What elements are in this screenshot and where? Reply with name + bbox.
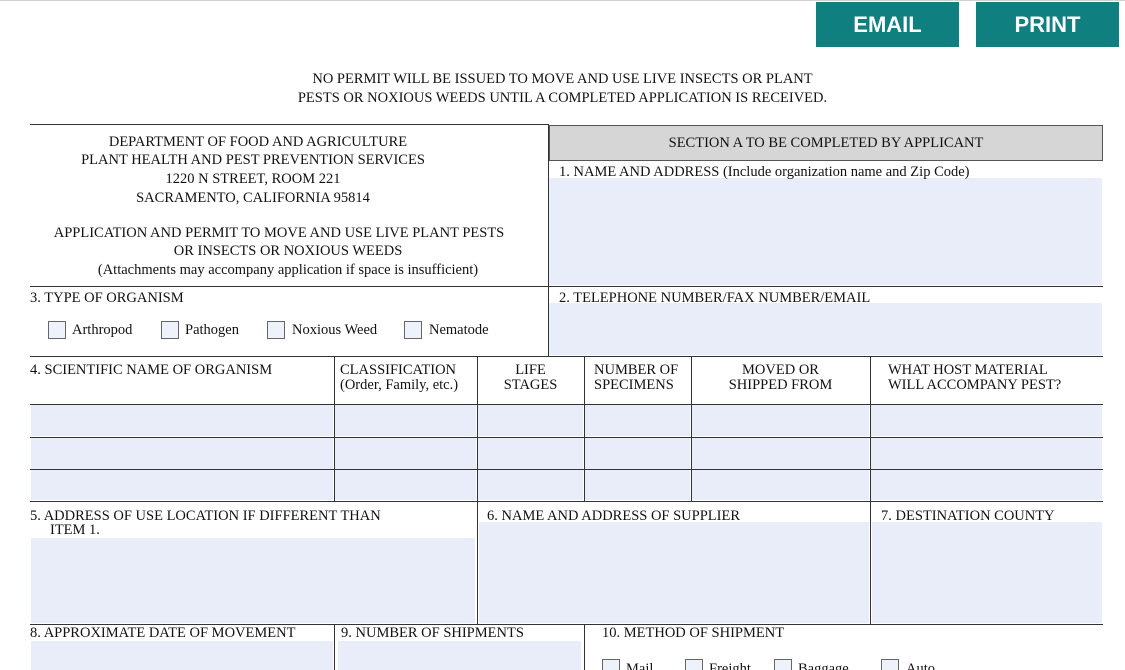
scientific-name-row1[interactable]	[31, 405, 333, 436]
column-moved-from-sub: SHIPPED FROM	[728, 377, 833, 393]
rule	[30, 437, 1103, 438]
life-stages-row1[interactable]	[478, 405, 583, 436]
rule	[30, 469, 1103, 470]
life-stages-row3[interactable]	[478, 470, 583, 500]
field-1-label: 1. NAME AND ADDRESS (Include organizatio…	[559, 164, 970, 180]
rule	[30, 124, 548, 125]
life-stages-row2[interactable]	[478, 438, 583, 469]
classification-row3[interactable]	[335, 470, 476, 500]
checkbox-noxious-weed[interactable]	[267, 321, 285, 339]
checkbox-label: Noxious Weed	[292, 322, 378, 338]
notice-line-2: PESTS OR NOXIOUS WEEDS UNTIL A COMPLETED…	[297, 90, 828, 106]
department-street: 1220 N STREET, ROOM 221	[165, 171, 341, 187]
field-5-label-cont: ITEM 1.	[50, 522, 100, 538]
field-10-label: 10. METHOD OF SHIPMENT	[602, 625, 785, 641]
rule	[548, 124, 549, 356]
form-title-line-1: APPLICATION AND PERMIT TO MOVE AND USE L…	[53, 225, 505, 241]
rule	[584, 624, 585, 670]
checkbox-label: Auto	[906, 661, 935, 670]
notice-line-1: NO PERMIT WILL BE ISSUED TO MOVE AND USE…	[312, 71, 813, 87]
email-button[interactable]: EMAIL	[816, 2, 959, 47]
checkbox-label: Mail	[626, 661, 654, 670]
specimens-row1[interactable]	[585, 405, 690, 436]
checkbox-nematode[interactable]	[404, 321, 422, 339]
field-7-label: 7. DESTINATION COUNTY	[881, 508, 1055, 524]
field-2-label: 2. TELEPHONE NUMBER/FAX NUMBER/EMAIL	[559, 290, 871, 306]
column-specimens: NUMBER OF	[594, 362, 679, 378]
form-title-line-2: OR INSECTS OR NOXIOUS WEEDS	[173, 243, 403, 259]
column-host-material: WHAT HOST MATERIAL	[888, 362, 1048, 378]
checkbox-label: Nematode	[429, 322, 489, 338]
column-specimens-sub: SPECIMENS	[594, 377, 674, 393]
checkbox-label: Pathogen	[185, 322, 239, 338]
host-material-row1[interactable]	[871, 405, 1102, 436]
supplier-field[interactable]	[479, 522, 869, 623]
scientific-name-row3[interactable]	[31, 470, 333, 500]
field-3-label: 3. TYPE OF ORGANISM	[30, 290, 184, 306]
field-6-label: 6. NAME AND ADDRESS OF SUPPLIER	[487, 508, 740, 524]
rule	[870, 356, 871, 624]
top-border	[0, 0, 1125, 1]
moved-from-row1[interactable]	[692, 405, 869, 436]
telephone-field[interactable]	[549, 303, 1102, 355]
form-title-note: (Attachments may accompany application i…	[97, 262, 479, 278]
specimens-row2[interactable]	[585, 438, 690, 469]
rule	[30, 501, 1103, 502]
field-8-label: 8. APPROXIMATE DATE OF MOVEMENT	[30, 625, 296, 641]
column-host-material-sub: WILL ACCOMPANY PEST?	[888, 377, 1062, 393]
scientific-name-row2[interactable]	[31, 438, 333, 469]
moved-from-row2[interactable]	[692, 438, 869, 469]
checkbox-pathogen[interactable]	[161, 321, 179, 339]
column-life-stages-sub: STAGES	[503, 377, 558, 393]
checkbox-label: Arthropod	[72, 322, 133, 338]
date-of-movement-field[interactable]	[31, 641, 333, 670]
rule	[584, 356, 585, 501]
department-name: DEPARTMENT OF FOOD AND AGRICULTURE	[108, 134, 408, 150]
rule	[30, 286, 1103, 287]
field-9-label: 9. NUMBER OF SHIPMENTS	[341, 625, 524, 641]
moved-from-row3[interactable]	[692, 470, 869, 500]
department-city: SACRAMENTO, CALIFORNIA 95814	[136, 190, 370, 206]
rule	[30, 404, 1103, 405]
field-4-label: 4. SCIENTIFIC NAME OF ORGANISM	[30, 362, 273, 378]
rule	[334, 356, 335, 501]
classification-row1[interactable]	[335, 405, 476, 436]
checkbox-arthropod[interactable]	[48, 321, 66, 339]
checkbox-auto[interactable]	[881, 659, 899, 670]
section-a-header: SECTION A TO BE COMPLETED BY APPLICANT	[549, 125, 1103, 161]
rule	[334, 624, 335, 670]
use-location-field[interactable]	[31, 538, 475, 623]
department-division: PLANT HEALTH AND PEST PREVENTION SERVICE…	[81, 152, 425, 168]
rule	[30, 356, 1103, 357]
specimens-row3[interactable]	[585, 470, 690, 500]
checkbox-label: Baggage	[798, 661, 849, 670]
host-material-row2[interactable]	[871, 438, 1102, 469]
classification-row2[interactable]	[335, 438, 476, 469]
checkbox-freight[interactable]	[685, 659, 703, 670]
checkbox-baggage[interactable]	[774, 659, 792, 670]
checkbox-mail[interactable]	[602, 659, 620, 670]
host-material-row3[interactable]	[871, 470, 1102, 500]
column-life-stages: LIFE	[515, 362, 546, 378]
checkbox-label: Freight	[709, 661, 751, 670]
name-address-field[interactable]	[549, 178, 1102, 285]
print-button[interactable]: PRINT	[976, 2, 1119, 47]
destination-county-field[interactable]	[872, 522, 1102, 623]
number-of-shipments-field[interactable]	[338, 641, 581, 670]
column-moved-from: MOVED OR	[742, 362, 819, 378]
column-classification-sub: (Order, Family, etc.)	[340, 377, 459, 393]
column-classification: CLASSIFICATION	[340, 362, 457, 378]
rule	[477, 501, 478, 624]
